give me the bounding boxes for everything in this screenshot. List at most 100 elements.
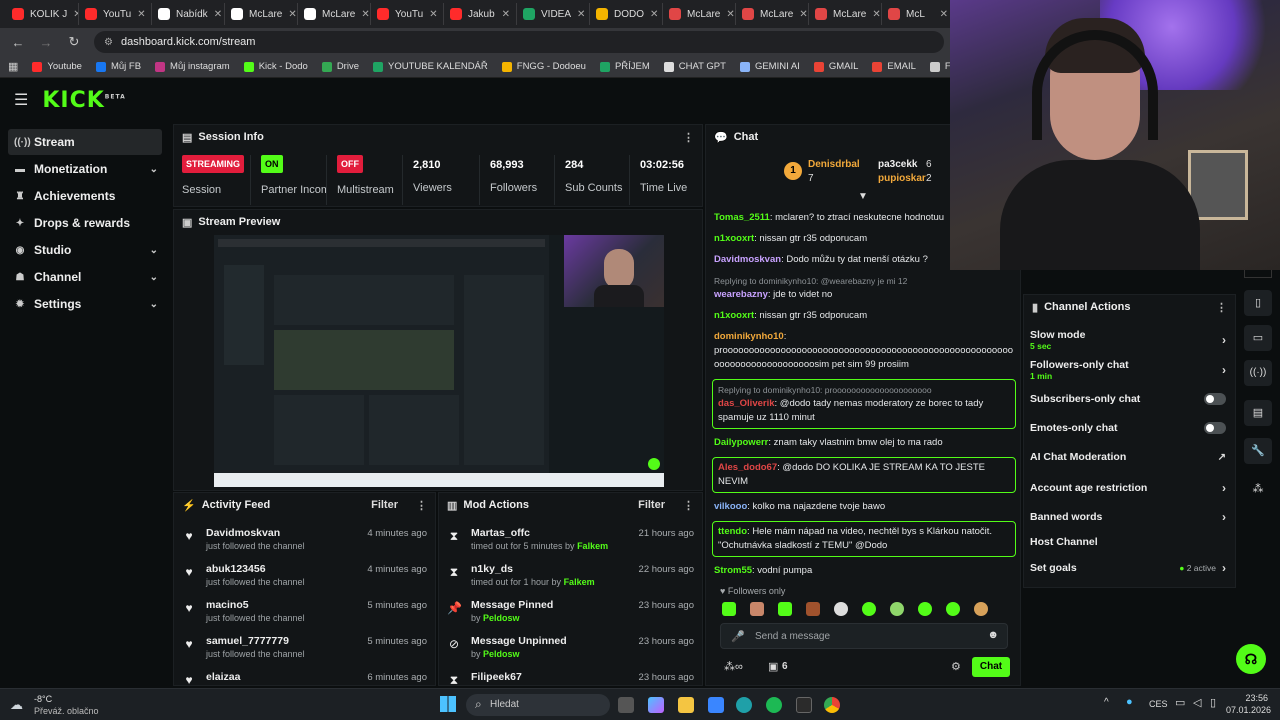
chat-bubble-icon[interactable]: ▭ <box>1244 325 1272 351</box>
bookmark[interactable]: YOUTUBE KALENDÁŘ <box>372 61 488 72</box>
bookmark[interactable]: CHAT GPT <box>663 61 726 72</box>
close-tab-icon[interactable]: ✕ <box>872 9 880 20</box>
chat-username[interactable]: Dailypowerr <box>714 437 768 448</box>
sidebar-item-achievements[interactable]: ♜ Achievements <box>8 183 162 209</box>
browser-tab[interactable]: Jakub ✕ <box>444 3 517 25</box>
mod-action-title[interactable]: n1ky_ds <box>471 563 595 575</box>
browser-tab[interactable]: DODO ✕ <box>590 3 663 25</box>
activity-item[interactable]: ♥ abuk123456 just followed the channel 4 mi… <box>174 559 435 595</box>
browser-tab[interactable]: McLare ✕ <box>663 3 736 25</box>
chat-message[interactable]: vilkooo: kolko ma najazdene tvoje bawo <box>706 500 1020 514</box>
sidebar-item-drops-rewards[interactable]: ✦ Drops & rewards <box>8 210 162 236</box>
chat-username[interactable]: das_Oliverik <box>718 398 775 409</box>
mod-action-title[interactable]: Message Pinned <box>471 599 553 611</box>
chevron-right-icon[interactable]: › <box>1222 481 1226 495</box>
chat-username[interactable]: vilkooo <box>714 501 747 512</box>
close-tab-icon[interactable]: ✕ <box>940 9 948 20</box>
close-tab-icon[interactable]: ✕ <box>799 9 807 20</box>
chat-username[interactable]: Davidmoskvan <box>714 254 781 265</box>
activity-item[interactable]: ♥ elaizaa 6 minutes ago <box>174 667 435 685</box>
stream-preview-video[interactable] <box>214 235 664 487</box>
chevron-down-icon[interactable]: ⌄ <box>150 272 158 283</box>
mod-filter-button[interactable]: Filter <box>638 499 665 511</box>
mod-action-title[interactable]: Filipeek67 <box>471 671 522 683</box>
activity-user[interactable]: abuk123456 <box>206 563 305 575</box>
mod-action-item[interactable]: ⧗ Filipeek67 23 hours ago <box>439 667 702 685</box>
browser-tab[interactable]: VIDEA ✕ <box>517 3 590 25</box>
bookmark[interactable]: Můj instagram <box>155 61 230 72</box>
close-tab-icon[interactable]: ✕ <box>650 9 658 20</box>
emote[interactable] <box>778 602 792 616</box>
chevron-right-icon[interactable]: › <box>1222 333 1226 347</box>
emote[interactable] <box>806 602 820 616</box>
close-tab-icon[interactable]: ✕ <box>361 9 369 20</box>
channel-action-ai-chat-moderation[interactable]: AI Chat Moderation ↗ <box>1030 451 1226 463</box>
chat-username[interactable]: Ales_dodo67 <box>718 462 777 473</box>
sidebar-item-monetization[interactable]: ▬ Monetization ⌄ <box>8 156 162 182</box>
mod-action-title[interactable]: Martas_offc <box>471 527 608 539</box>
sidebar-item-stream[interactable]: ((·)) Stream <box>8 129 162 155</box>
close-tab-icon[interactable]: ✕ <box>288 9 296 20</box>
channel-action-subscribers-only-chat[interactable]: Subscribers-only chat <box>1030 393 1226 405</box>
chat-message[interactable]: n1xooxrt: nissan gtr r35 odporucam <box>706 309 1020 323</box>
menu-icon[interactable]: ☰ <box>14 90 28 110</box>
reload-icon[interactable]: ↻ <box>66 34 82 50</box>
url-field[interactable]: ⚙ dashboard.kick.com/stream <box>94 31 944 53</box>
browser-tab[interactable]: YouTu ✕ <box>371 3 444 25</box>
chevron-right-icon[interactable]: › <box>1222 510 1226 524</box>
toggle-switch[interactable] <box>1204 422 1226 434</box>
tool-button[interactable] <box>1244 270 1272 278</box>
moderator-name[interactable]: Falkem <box>577 541 608 551</box>
more-menu-icon[interactable]: ⋮ <box>416 499 427 512</box>
chat-message[interactable]: Strom55: vodní pumpa <box>706 564 1020 578</box>
browser-tab[interactable]: McLare ✕ <box>225 3 298 25</box>
edge-icon[interactable] <box>736 697 752 713</box>
chevron-down-icon[interactable]: ⌄ <box>150 299 158 310</box>
chat-username[interactable]: n1xooxrt <box>714 233 754 244</box>
bookmark[interactable]: EMAIL <box>872 61 916 72</box>
emoji-icon[interactable]: ☻ <box>987 629 999 641</box>
more-menu-icon[interactable]: ⋮ <box>683 131 694 144</box>
browser-tab[interactable]: McLare ✕ <box>809 3 882 25</box>
terminal-icon[interactable] <box>796 697 812 713</box>
chat-username[interactable]: ttendo <box>718 526 747 537</box>
spotify-icon[interactable] <box>766 697 782 713</box>
tray-chevron-icon[interactable]: ^ <box>1104 697 1109 708</box>
sidebar-item-settings[interactable]: ✹ Settings ⌄ <box>8 291 162 317</box>
more-menu-icon[interactable]: ⋮ <box>683 499 694 512</box>
store-icon[interactable] <box>708 697 724 713</box>
activity-filter-button[interactable]: Filter <box>371 499 398 511</box>
support-button[interactable]: ☊ <box>1236 644 1266 674</box>
chevron-right-icon[interactable]: › <box>1222 561 1226 575</box>
channel-action-banned-words[interactable]: Banned words › <box>1030 510 1226 524</box>
reply-context[interactable]: Replying to dominikynho10: prooooooooooo… <box>718 383 1010 397</box>
channel-action-slow-mode[interactable]: Slow mode 5 sec › <box>1030 329 1226 351</box>
status-badge[interactable]: ON <box>261 155 283 173</box>
forward-icon[interactable]: → <box>38 35 54 50</box>
mod-action-item[interactable]: 📌 Message Pinned by Peldosw 23 hours ago <box>439 595 702 631</box>
browser-tab[interactable]: Nabídk ✕ <box>152 3 225 25</box>
activity-item[interactable]: ♥ macino5 just followed the channel 5 minut… <box>174 595 435 631</box>
back-icon[interactable]: ← <box>10 35 26 50</box>
volume-icon[interactable]: ◁ <box>1193 696 1201 709</box>
top-gifter-name[interactable]: pa3cekk <box>878 159 917 170</box>
status-badge[interactable]: OFF <box>337 155 363 173</box>
bookmark[interactable]: GMAIL <box>813 61 858 72</box>
panel-icon[interactable]: ▤ <box>1244 400 1272 426</box>
bookmark[interactable]: PŘÍJEM <box>599 61 650 72</box>
bookmark[interactable]: Youtube <box>32 61 82 72</box>
chat-username[interactable]: dominikynho10 <box>714 331 784 342</box>
chat-message[interactable]: Ales_dodo67: @dodo DO KOLIKA JE STREAM K… <box>712 457 1016 493</box>
channel-action-set-goals[interactable]: Set goals ● 2 active › <box>1030 561 1226 575</box>
page-icon[interactable]: ▯ <box>1244 290 1272 316</box>
bookmark[interactable]: FNGG - Dodoeu <box>501 61 586 72</box>
close-tab-icon[interactable]: ✕ <box>214 9 222 20</box>
bookmark[interactable]: Kick - Dodo <box>243 61 308 72</box>
mod-action-item[interactable]: ⧗ Martas_offc timed out for 5 minutes by F… <box>439 523 702 559</box>
chat-username[interactable]: n1xooxrt <box>714 310 754 321</box>
taskbar-search[interactable]: ⌕ Hledat <box>466 694 610 716</box>
chat-message[interactable]: Replying to dominikynho10: prooooooooooo… <box>712 379 1016 429</box>
emote[interactable] <box>974 602 988 616</box>
apps-icon[interactable]: ▦ <box>8 60 18 73</box>
close-tab-icon[interactable]: ✕ <box>577 9 585 20</box>
